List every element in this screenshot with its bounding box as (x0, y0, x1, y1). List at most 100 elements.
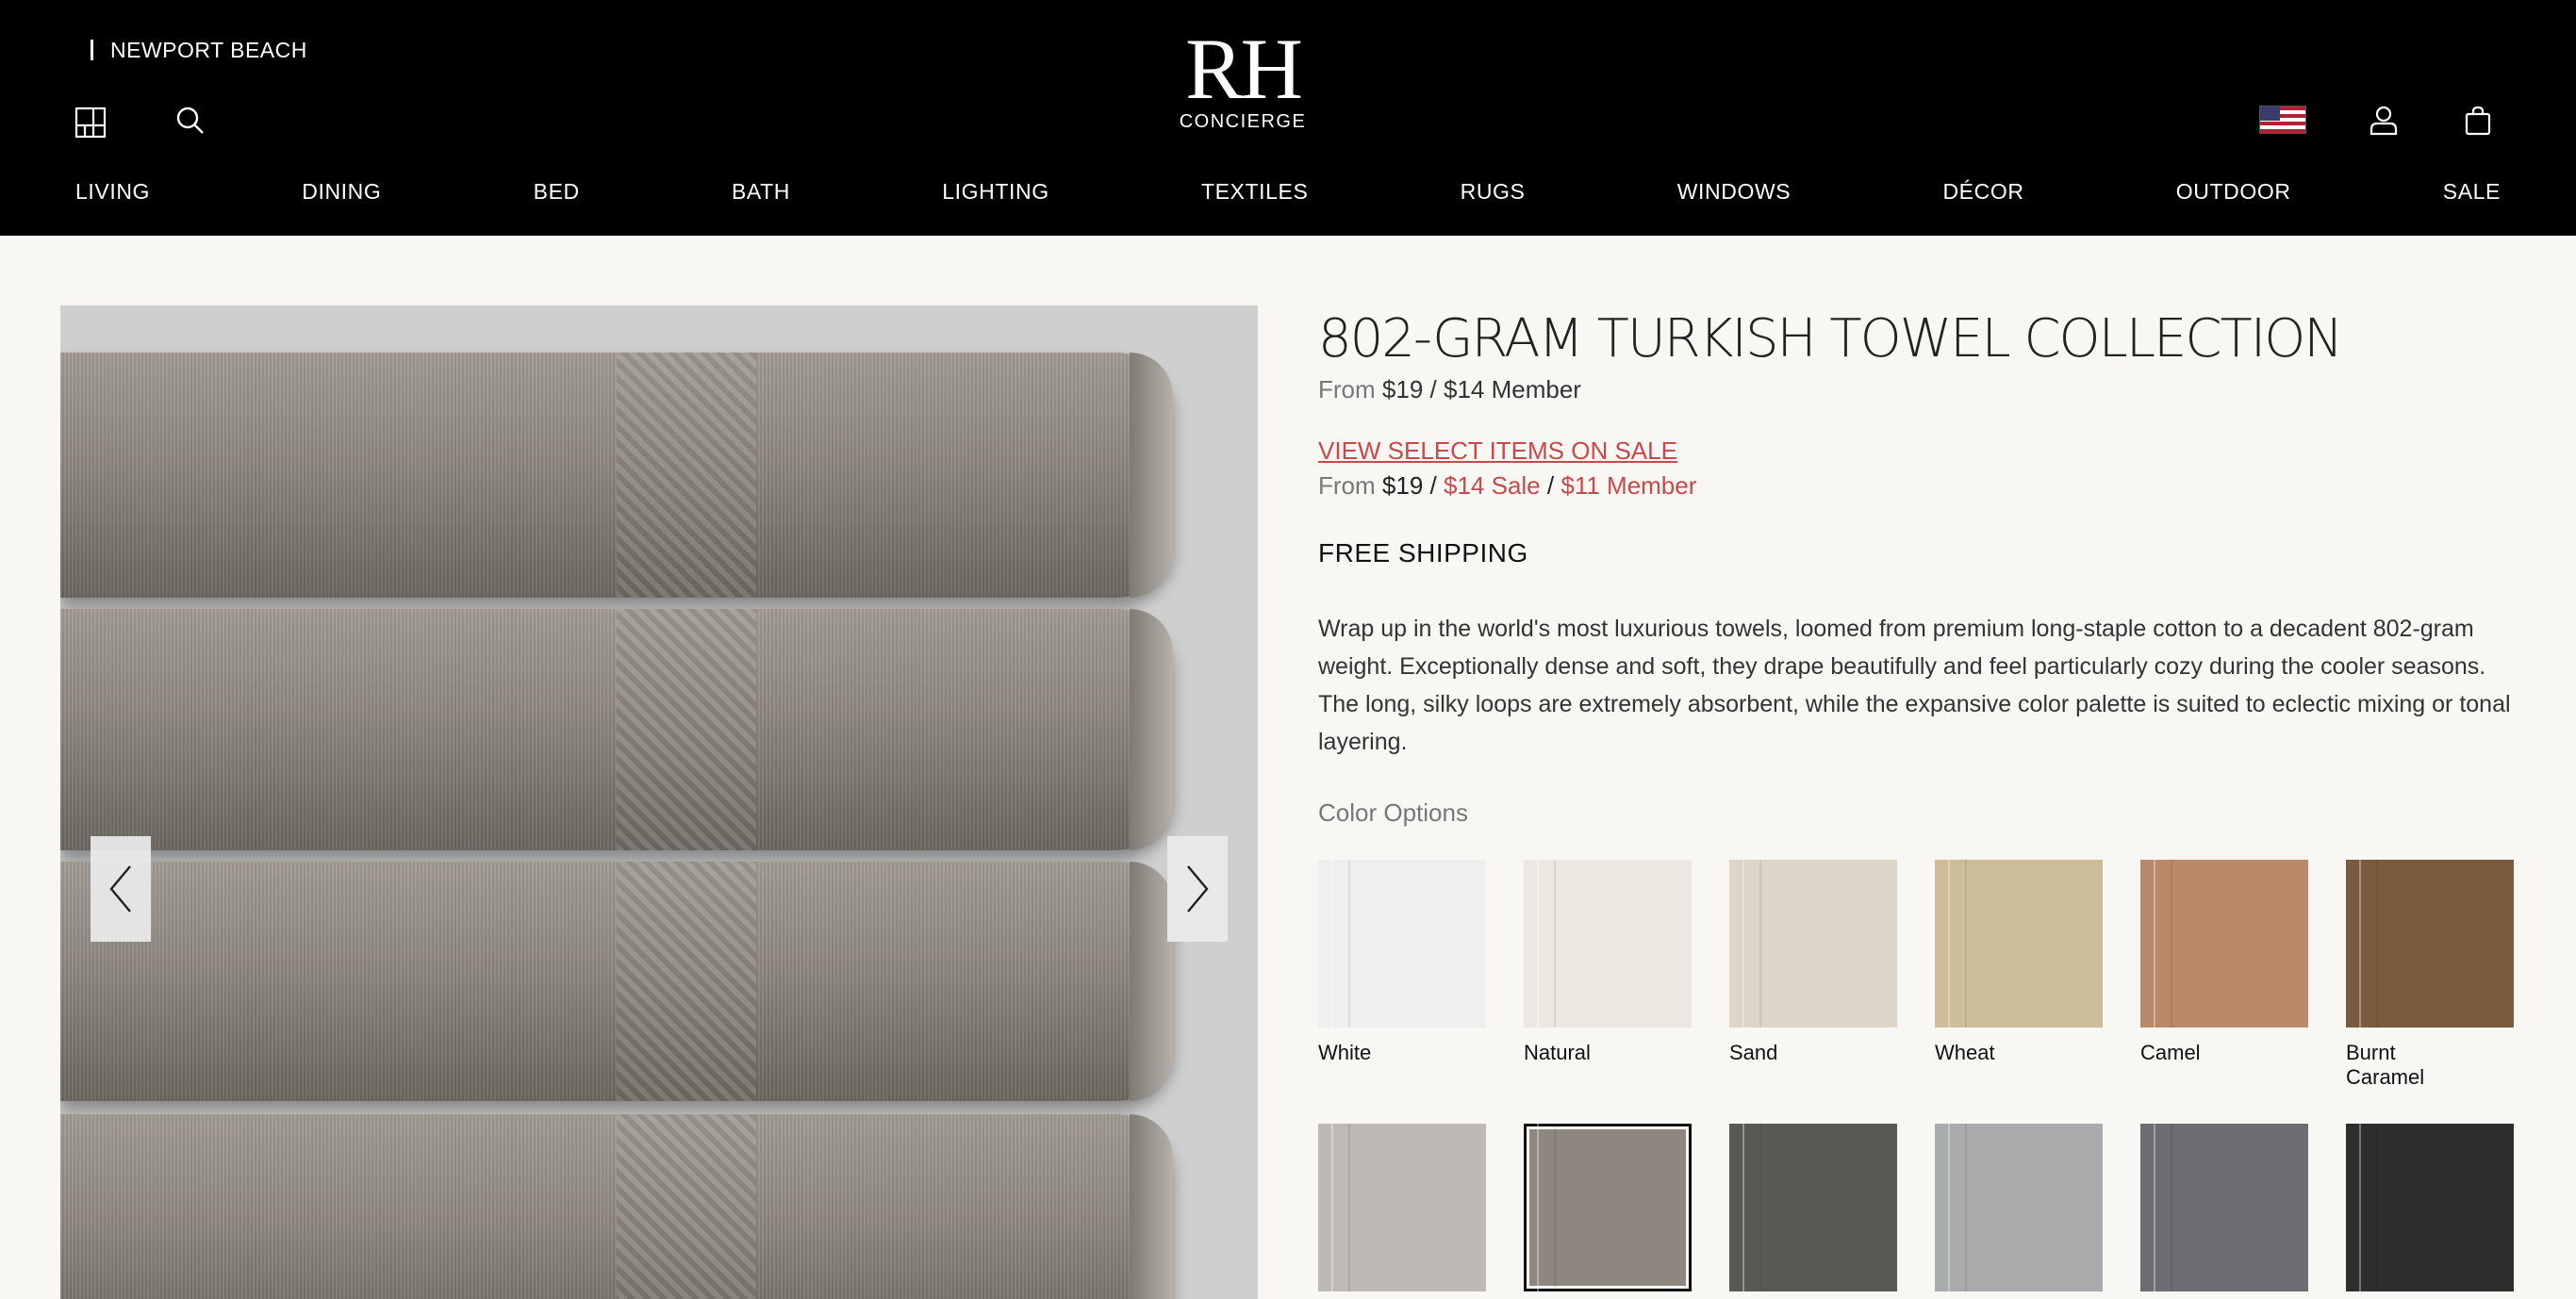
free-shipping-label: FREE SHIPPING (1318, 538, 1528, 567)
price-separator: / (1429, 375, 1437, 403)
color-swatch[interactable]: Natural (1524, 860, 1692, 1090)
color-swatch-image (1935, 1124, 2103, 1291)
color-swatch[interactable] (1935, 1124, 2103, 1291)
color-swatch-label: Burnt Caramel (2346, 1041, 2425, 1089)
sale-regular: $19 (1381, 471, 1424, 500)
product-image-carousel (60, 305, 1258, 1299)
floorplan-icon[interactable] (74, 106, 107, 140)
color-swatch[interactable]: Burnt Caramel (2346, 860, 2514, 1090)
color-swatch[interactable]: Sand (1729, 860, 1897, 1090)
sale-price: From $19 / $14 Sale / $11 Member (1318, 471, 2516, 501)
store-location[interactable]: NEWPORT BEACH (91, 36, 307, 64)
nav-outdoor[interactable]: OUTDOOR (2176, 179, 2291, 205)
nav-windows[interactable]: WINDOWS (1677, 179, 1791, 205)
chevron-right-icon (1187, 865, 1209, 913)
sale-separator: / (1546, 471, 1555, 500)
swatch-stripe (1742, 860, 1761, 1028)
product-description: Wrap up in the world's most luxurious to… (1318, 616, 2511, 755)
product-info: 802-GRAM TURKISH TOWEL COLLECTION From $… (1318, 305, 2516, 1291)
swatch-stripe (2154, 860, 2172, 1028)
view-sale-items-link[interactable]: VIEW SELECT ITEMS ON SALE (1318, 436, 1677, 466)
color-swatch-image (2346, 860, 2514, 1028)
color-swatch-label: Camel (2140, 1041, 2201, 1064)
swatch-stripe (1537, 1124, 1556, 1291)
site-header: NEWPORT BEACH RH CONCIERGE LIVING DINING… (0, 0, 2576, 236)
color-swatch[interactable] (2346, 1124, 2514, 1291)
swatch-stripe (2154, 1124, 2172, 1291)
nav-rugs[interactable]: RUGS (1461, 179, 1526, 205)
shopping-bag-icon[interactable] (2461, 104, 2495, 138)
nav-sale[interactable]: SALE (2443, 179, 2501, 205)
towel-band (617, 862, 756, 1101)
color-swatch[interactable]: Camel (2140, 860, 2308, 1090)
towel-image-layer (60, 353, 1173, 598)
swatch-stripe (2359, 1124, 2378, 1291)
swatch-stripe (1948, 1124, 1967, 1291)
color-swatch[interactable]: White (1318, 860, 1486, 1090)
color-swatch-image (1524, 1124, 1692, 1291)
account-icon[interactable] (2367, 104, 2401, 138)
swatch-stripe (1948, 860, 1967, 1028)
swatch-stripe (1331, 860, 1350, 1028)
price-member: $14 Member (1444, 375, 1581, 403)
color-swatch-label: Sand (1729, 1041, 1778, 1064)
nav-decor[interactable]: DÉCOR (1942, 179, 2023, 205)
towel-band (617, 609, 756, 850)
price-regular: $19 (1381, 375, 1424, 403)
sale-separator: / (1429, 471, 1437, 500)
color-swatch-label: Natural (1524, 1041, 1591, 1064)
color-swatch-label: White (1318, 1041, 1372, 1064)
location-divider (91, 40, 93, 60)
nav-bed[interactable]: BED (534, 179, 580, 205)
swatch-stripe (1742, 1124, 1761, 1291)
towel-band (617, 353, 756, 598)
swatch-stripe (1537, 860, 1556, 1028)
towel-image-layer (60, 862, 1173, 1101)
towel-edge (1130, 353, 1173, 598)
product-title: 802-GRAM TURKISH TOWEL COLLECTION (1318, 308, 2343, 370)
towel-image-layer (60, 609, 1173, 850)
color-swatch-image (1729, 1124, 1897, 1291)
sale-from-label: From (1318, 471, 1376, 500)
main-navigation: LIVING DINING BED BATH LIGHTING TEXTILES… (75, 179, 2501, 205)
color-swatch-image (1318, 860, 1486, 1028)
towel-edge (1130, 609, 1173, 850)
color-swatch[interactable] (1524, 1124, 1692, 1291)
search-icon[interactable] (173, 104, 207, 138)
sale-price-value: $14 Sale (1444, 471, 1541, 500)
color-swatch[interactable] (2140, 1124, 2308, 1291)
us-flag-icon[interactable] (2259, 106, 2306, 134)
towel-band (617, 1114, 756, 1299)
carousel-prev-button[interactable] (91, 836, 151, 942)
towel-edge (1130, 1114, 1173, 1299)
sale-member-price: $11 Member (1560, 471, 1697, 500)
nav-living[interactable]: LIVING (75, 179, 150, 205)
regular-price: From $19 / $14 Member (1318, 375, 2516, 404)
nav-bath[interactable]: BATH (732, 179, 790, 205)
color-swatch-grid: White Natural Sand Wheat Camel Burnt Caramel (1318, 860, 2516, 1291)
color-swatch-image (2140, 860, 2308, 1028)
swatch-stripe (1331, 1124, 1350, 1291)
color-swatch-image (1524, 860, 1692, 1028)
color-swatch[interactable]: Wheat (1935, 860, 2103, 1090)
carousel-next-button[interactable] (1167, 836, 1228, 942)
store-location-label: NEWPORT BEACH (110, 37, 307, 62)
nav-dining[interactable]: DINING (302, 179, 381, 205)
color-swatch[interactable] (1729, 1124, 1897, 1291)
color-swatch-image (1318, 1124, 1486, 1291)
chevron-left-icon (109, 865, 131, 913)
color-swatch-image (2140, 1124, 2308, 1291)
swatch-stripe (2359, 860, 2378, 1028)
rh-logo[interactable]: RH CONCIERGE (1179, 21, 1307, 133)
logo-subtitle: CONCIERGE (1179, 111, 1307, 132)
nav-lighting[interactable]: LIGHTING (942, 179, 1049, 205)
nav-textiles[interactable]: TEXTILES (1201, 179, 1308, 205)
color-options-heading: Color Options (1318, 798, 1468, 827)
color-swatch-image (2346, 1124, 2514, 1291)
logo-mark: RH (1185, 21, 1303, 117)
color-swatch-image (1729, 860, 1897, 1028)
color-swatch[interactable] (1318, 1124, 1486, 1291)
color-swatch-image (1935, 860, 2103, 1028)
color-swatch-label: Wheat (1935, 1041, 1995, 1064)
price-from-label: From (1318, 375, 1376, 403)
